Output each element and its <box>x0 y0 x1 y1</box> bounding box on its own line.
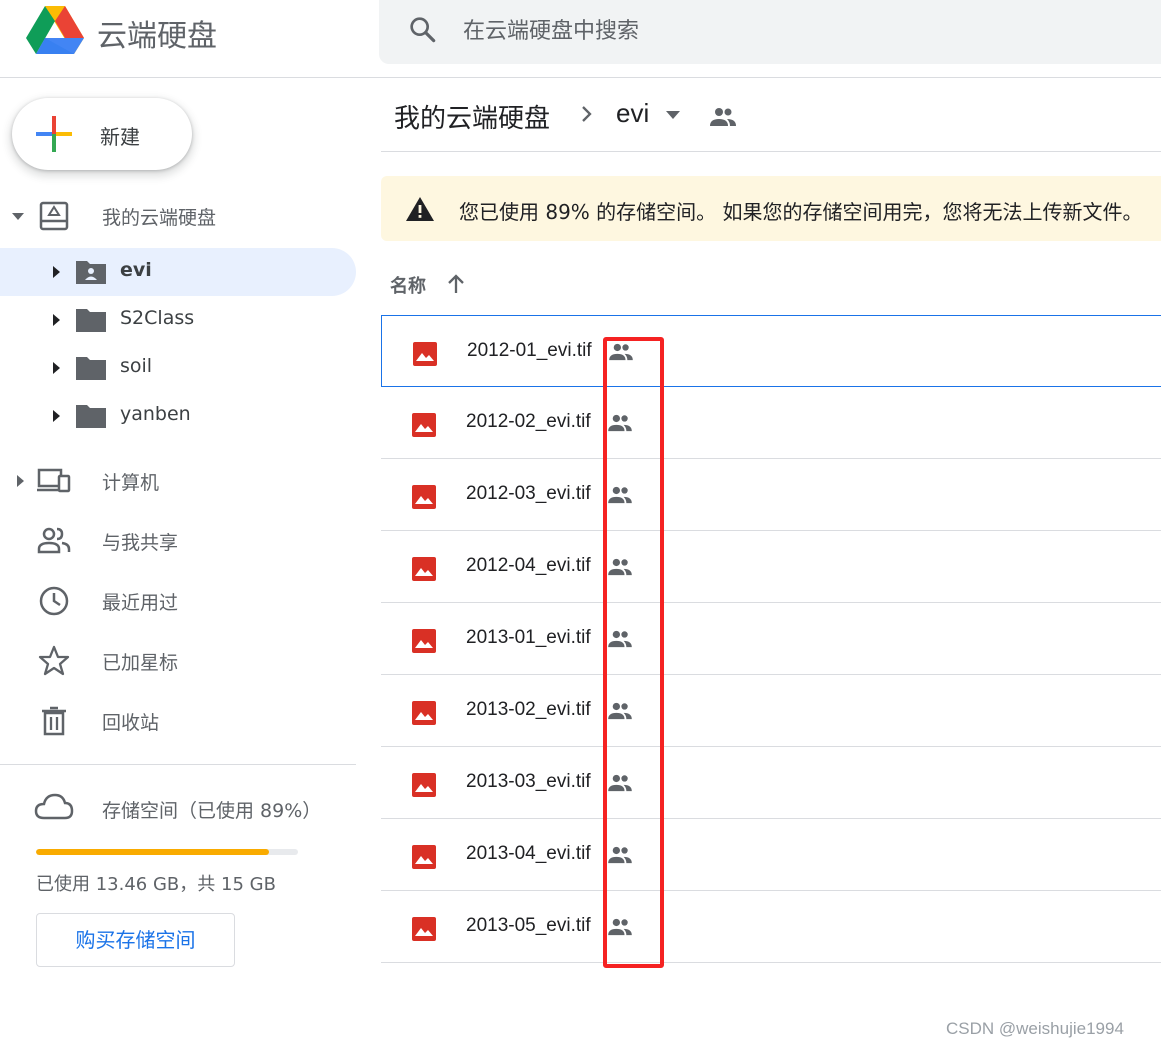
folder-icon <box>76 309 106 332</box>
folder-icon <box>76 357 106 380</box>
sidebar-item-s2class[interactable]: S2Class <box>0 296 356 344</box>
folder-shared-icon <box>76 261 106 284</box>
file-row[interactable]: 2012-04_evi.tif <box>381 531 1161 603</box>
warning-message: 您已使用 89% 的存储空间。 如果您的存储空间用完，您将无法上传新文件。 <box>459 200 1143 224</box>
caret-right-icon[interactable] <box>48 408 64 424</box>
storage-bar <box>36 849 298 855</box>
file-row[interactable]: 2012-02_evi.tif <box>381 387 1161 459</box>
file-row[interactable]: 2013-05_evi.tif <box>381 891 1161 963</box>
sidebar-item-label: soil <box>120 355 153 377</box>
shared-icon <box>710 108 736 126</box>
file-row[interactable]: 2013-02_evi.tif <box>381 675 1161 747</box>
file-name: 2013-02_evi.tif <box>466 699 591 720</box>
file-name: 2012-02_evi.tif <box>466 411 591 432</box>
image-file-icon <box>412 557 436 581</box>
search-icon[interactable] <box>407 14 439 46</box>
sidebar-item-label: evi <box>120 259 152 281</box>
file-name: 2012-04_evi.tif <box>466 555 591 576</box>
image-file-icon <box>413 342 437 366</box>
storage-usage-text: 已使用 13.46 GB，共 15 GB <box>36 874 276 895</box>
sidebar-item-label: 最近用过 <box>102 592 179 614</box>
sidebar-item-yanben[interactable]: yanben <box>0 392 356 440</box>
search-input[interactable] <box>463 14 1063 48</box>
sidebar-item-my-drive[interactable]: 我的云端硬盘 <box>0 192 356 240</box>
plus-icon <box>36 116 72 152</box>
breadcrumb: 我的云端硬盘 evi <box>381 78 1161 152</box>
watermark: CSDN @weishujie1994 <box>946 1019 1124 1038</box>
storage-label: 存储空间（已使用 89%） <box>102 800 322 822</box>
sidebar-item-computers[interactable]: 计算机 <box>0 457 356 505</box>
sidebar-item-label: 计算机 <box>102 472 160 494</box>
caret-right-icon[interactable] <box>48 264 64 280</box>
chevron-right-icon <box>582 106 592 122</box>
people-icon <box>37 527 71 554</box>
caret-right-icon[interactable] <box>48 312 64 328</box>
image-file-icon <box>412 413 436 437</box>
file-row[interactable]: 2012-03_evi.tif <box>381 459 1161 531</box>
my-drive-icon <box>39 201 69 231</box>
app-header: 云端硬盘 <box>0 0 1161 78</box>
caret-down-icon[interactable] <box>10 208 26 224</box>
folder-icon <box>76 405 106 428</box>
caret-right-icon[interactable] <box>48 360 64 376</box>
star-icon <box>38 645 70 676</box>
file-row[interactable]: 2013-04_evi.tif <box>381 819 1161 891</box>
sidebar-divider <box>0 764 356 765</box>
file-list: 2012-01_evi.tif 2012-02_evi.tif 2012-03_ev… <box>381 315 1161 963</box>
drive-logo[interactable] <box>26 4 84 54</box>
image-file-icon <box>412 485 436 509</box>
sidebar-item-label: 已加星标 <box>102 652 179 674</box>
file-row[interactable]: 2013-03_evi.tif <box>381 747 1161 819</box>
file-name: 2013-01_evi.tif <box>466 627 591 648</box>
image-file-icon <box>412 773 436 797</box>
sidebar-item-label: 回收站 <box>102 712 160 734</box>
storage-warning-banner: 您已使用 89% 的存储空间。 如果您的存储空间用完，您将无法上传新文件。 <box>381 176 1161 241</box>
file-row[interactable]: 2012-01_evi.tif <box>381 315 1161 387</box>
search-bar[interactable] <box>379 0 1161 64</box>
arrow-up-icon[interactable] <box>445 272 467 296</box>
file-name: 2013-04_evi.tif <box>466 843 591 864</box>
sidebar-item-soil[interactable]: soil <box>0 344 356 392</box>
sidebar-item-evi[interactable]: evi <box>0 248 356 296</box>
computer-icon <box>37 468 71 493</box>
clock-icon <box>39 586 69 616</box>
file-name: 2012-03_evi.tif <box>466 483 591 504</box>
buy-storage-button[interactable]: 购买存储空间 <box>36 913 235 967</box>
file-name: 2012-01_evi.tif <box>467 340 592 361</box>
breadcrumb-current[interactable]: evi <box>616 98 649 129</box>
file-name: 2013-03_evi.tif <box>466 771 591 792</box>
image-file-icon <box>412 701 436 725</box>
red-highlight-box <box>603 337 664 968</box>
dropdown-arrow-icon[interactable] <box>665 110 681 120</box>
warning-icon <box>406 197 434 221</box>
new-button-label: 新建 <box>100 125 140 149</box>
sidebar-item-trash[interactable]: 回收站 <box>0 697 356 745</box>
sidebar-item-starred[interactable]: 已加星标 <box>0 637 356 685</box>
storage-bar-fill <box>36 849 270 855</box>
sidebar-item-label: S2Class <box>120 307 195 329</box>
column-header-name[interactable]: 名称 <box>390 272 426 298</box>
cloud-icon <box>34 793 74 820</box>
image-file-icon <box>412 845 436 869</box>
app-name: 云端硬盘 <box>97 19 217 54</box>
new-button[interactable]: 新建 <box>12 98 192 170</box>
image-file-icon <box>412 917 436 941</box>
sidebar-item-label: 与我共享 <box>102 532 179 554</box>
file-row[interactable]: 2013-01_evi.tif <box>381 603 1161 675</box>
sidebar-item-shared-with-me[interactable]: 与我共享 <box>0 517 356 565</box>
image-file-icon <box>412 629 436 653</box>
breadcrumb-root[interactable]: 我的云端硬盘 <box>394 98 550 135</box>
file-name: 2013-05_evi.tif <box>466 915 591 936</box>
sidebar-item-recent[interactable]: 最近用过 <box>0 577 356 625</box>
trash-icon <box>42 706 66 736</box>
sidebar-item-label: yanben <box>120 403 191 425</box>
sidebar-item-label: 我的云端硬盘 <box>102 207 217 229</box>
caret-right-icon[interactable] <box>12 473 28 489</box>
sidebar-item-storage[interactable]: 存储空间（已使用 89%） <box>0 784 356 832</box>
